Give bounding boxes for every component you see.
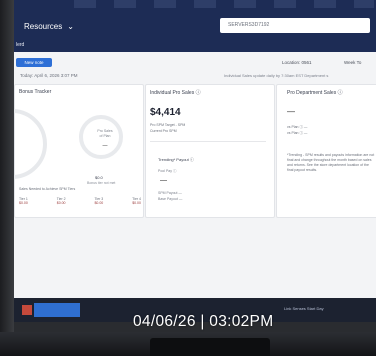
base-payout-line: Base Payout — bbox=[158, 197, 183, 201]
pro-department-title: Pro Department Sales ⓘ bbox=[287, 90, 343, 96]
tier-footnote: Sales Needed to Achieve SPM Tiers bbox=[19, 187, 76, 191]
pool-pay-line: Pool Pay ⓘ bbox=[158, 169, 177, 173]
current-date: Today: April 6, 2026 3:07 PM bbox=[20, 73, 78, 78]
sync-note: Individual Sales update daily by 7:30am … bbox=[224, 73, 329, 78]
tier-item: Tier 2 $0.00 bbox=[56, 197, 66, 205]
trending-value: — bbox=[160, 177, 167, 184]
resources-menu-label: Resources bbox=[24, 22, 63, 31]
photo-timestamp: 04/06/26 | 03:02PM bbox=[133, 313, 274, 330]
bonus-progress-ring-left bbox=[14, 109, 47, 179]
top-navigation-bar: Resources ⌄ SERVERS3D7192 lerd bbox=[14, 0, 376, 52]
trending-payout-title: Trending* Payout ⓘ bbox=[158, 157, 194, 162]
tier-item: Tier 3 $0.00 bbox=[94, 197, 104, 205]
bonus-status: Bonus tier not met bbox=[87, 181, 116, 185]
bonus-amount: $0.0 bbox=[95, 175, 103, 180]
taskbar-app-browser[interactable] bbox=[34, 303, 80, 317]
monitor-stand bbox=[150, 338, 270, 356]
pro-department-value: — bbox=[287, 107, 295, 116]
individual-sales-amount: $4,414 bbox=[150, 107, 181, 118]
spm-target-line: Pro SPM Target - SPM bbox=[150, 123, 186, 127]
week-to-selector[interactable]: Week To bbox=[344, 60, 361, 65]
monitor-bezel bbox=[0, 0, 14, 356]
chevron-down-icon: ⌄ bbox=[67, 22, 74, 31]
tier-item: Tier 4 $0.00 bbox=[132, 197, 141, 205]
individual-sales-title: Individual Pro Sales ⓘ bbox=[150, 90, 201, 96]
bonus-tracker-card: Bonus Tracker Pro Sales of Plan — $0.0 B… bbox=[14, 84, 144, 218]
tier-item: Tier 1 $0.00 bbox=[19, 197, 28, 205]
current-spm-line: Current Pro SPM bbox=[150, 129, 177, 133]
ring-sub: of Plan bbox=[99, 134, 111, 138]
pro-department-sales-card: Pro Department Sales ⓘ — vs Plan ⓘ — vs … bbox=[276, 84, 376, 218]
vs-plan-line: vs Plan ⓘ — bbox=[287, 131, 308, 135]
new-note-button[interactable]: New note bbox=[16, 58, 52, 67]
trending-disclaimer: *Trending - SPM results and payouts info… bbox=[287, 153, 375, 172]
search-input[interactable]: SERVERS3D7192 bbox=[220, 18, 370, 33]
tier-row: Tier 1 $0.00 Tier 2 $0.00 Tier 3 $0.00 Tier… bbox=[19, 197, 141, 205]
location-selector[interactable]: Location: 0561 bbox=[282, 60, 312, 65]
bonus-tracker-title: Bonus Tracker bbox=[19, 89, 52, 95]
card-divider bbox=[150, 141, 266, 142]
vs-plan-line: vs Plan ⓘ — bbox=[287, 125, 308, 129]
top-links-strip bbox=[74, 0, 374, 8]
start-button[interactable] bbox=[22, 305, 32, 315]
monitor-screen: Resources ⌄ SERVERS3D7192 lerd New note L… bbox=[14, 0, 376, 322]
resources-menu[interactable]: Resources ⌄ bbox=[24, 22, 74, 31]
individual-pro-sales-card: Individual Pro Sales ⓘ $4,414 Pro SPM Ta… bbox=[145, 84, 275, 218]
page-subtitle: lerd bbox=[16, 42, 25, 48]
pro-sales-ring: Pro Sales of Plan — bbox=[79, 115, 123, 159]
system-tray[interactable]: Link Senses Start Day bbox=[284, 306, 324, 311]
ring-value: — bbox=[102, 143, 108, 149]
spm-payout-line: SPM Payout — bbox=[158, 191, 182, 195]
ring-label: Pro Sales bbox=[97, 129, 113, 133]
